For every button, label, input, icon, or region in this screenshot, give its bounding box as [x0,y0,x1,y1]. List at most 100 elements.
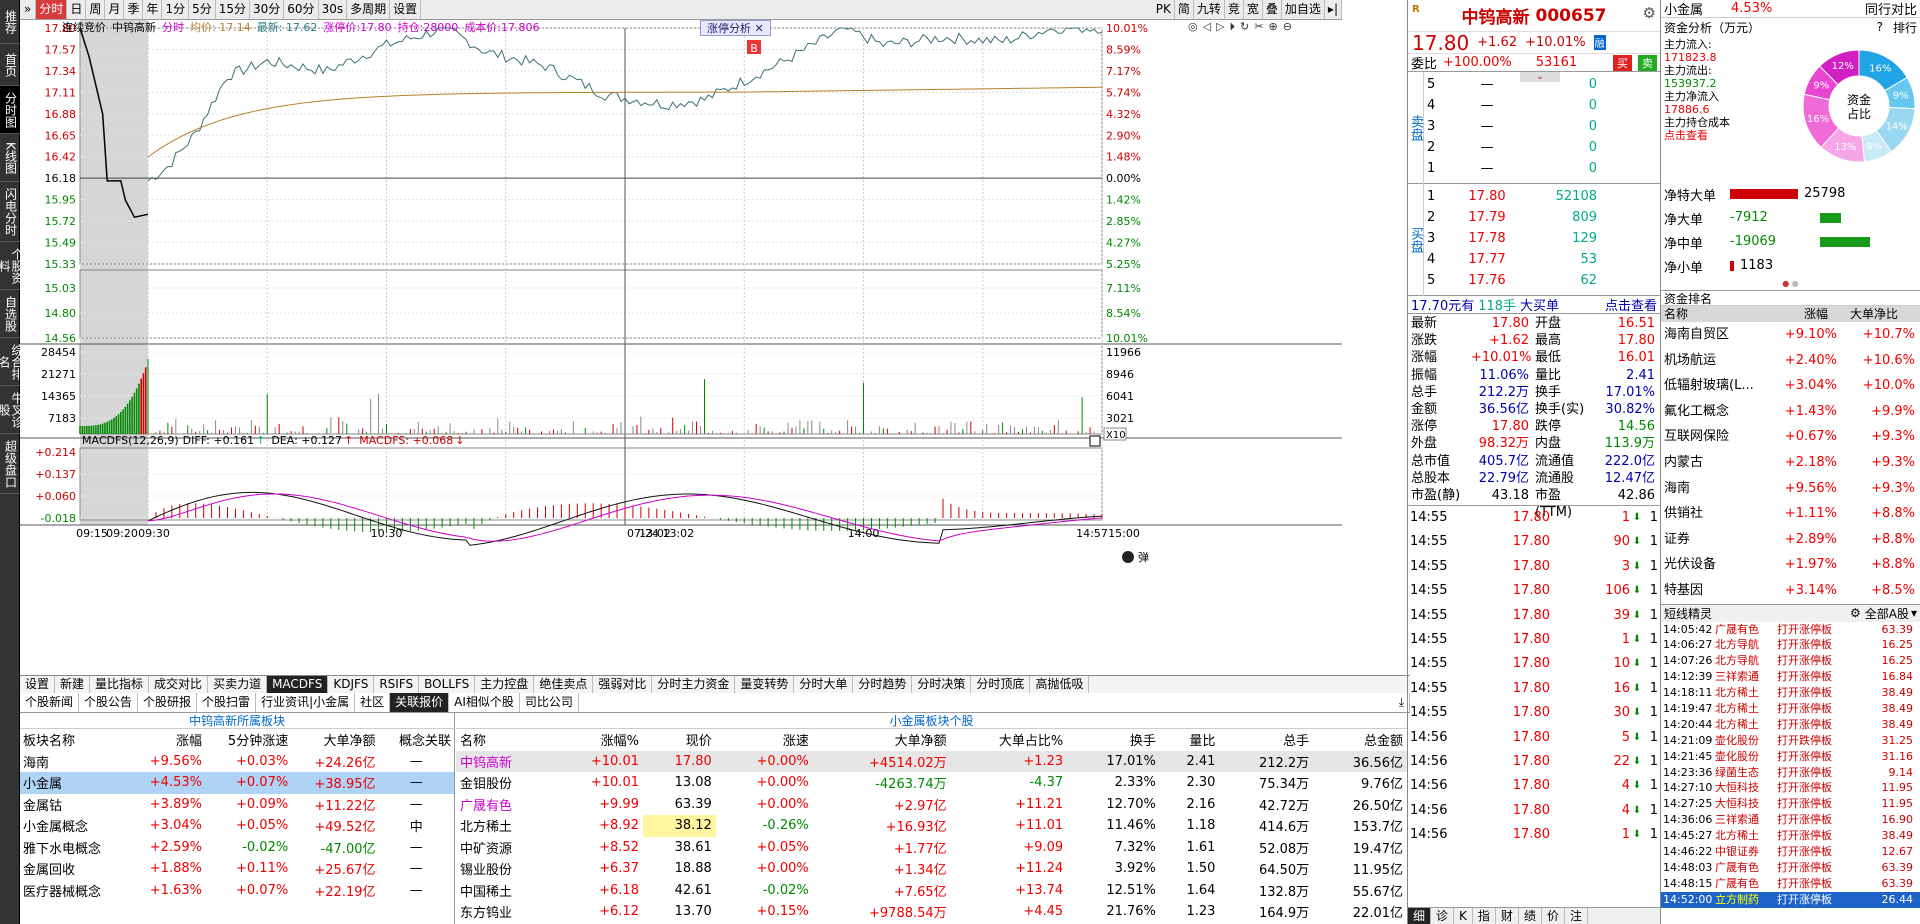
indicator-tab-12[interactable]: 分时主力资金 [652,676,736,693]
play-icon[interactable]: ⏵ [1230,20,1236,34]
sector-row[interactable]: 小金属概念 +3.04% +0.05% +49.52亿 中 [20,815,454,837]
indicator-tab-16[interactable]: 分时决策 [912,676,972,693]
info-tab-6[interactable]: 关联报价 [390,693,450,712]
info-tab-0[interactable]: 个股新闻 [20,693,80,712]
period-tab-11[interactable]: 30s [319,0,348,19]
jx-row[interactable]: 14:07:26 北方导航 打开涨停板 16.25 [1661,653,1920,669]
quote-tab-7[interactable]: 注 [1565,908,1588,924]
sector-col-0[interactable]: 板块名称 [20,729,129,751]
period-tab-3[interactable]: 月 [105,0,125,19]
nav-item-3[interactable]: K线图 [0,134,20,182]
rank-row[interactable]: 互联网保险 +0.67% +9.3% [1661,424,1920,450]
period-tab-0[interactable]: 分时 [36,0,68,19]
chevron-down-icon[interactable]: ▾ [1911,606,1917,620]
rank-row[interactable]: 光伏设备 +1.97% +8.8% [1661,552,1920,578]
ask-level-2[interactable]: 2 — 0 [1424,137,1660,158]
quote-tab-1[interactable]: 诊 [1431,908,1455,924]
jx-row[interactable]: 14:36:06 三祥索通 打开涨停板 16.90 [1661,812,1920,828]
jx-row[interactable]: 14:21:45 壶化股份 打开涨停板 31.16 [1661,749,1920,765]
info-tab-4[interactable]: 行业资讯|小金属 [256,693,356,712]
zoom-out-icon[interactable]: ⊖ [1283,20,1292,34]
indicator-tab-13[interactable]: 量变转势 [735,676,795,693]
bid-level-4[interactable]: 4 17.77 53 [1424,249,1660,270]
sector-col-4[interactable]: 概念关联 [379,729,455,751]
nav-item-7[interactable]: 综合排名 [0,338,24,386]
period-tab-9[interactable]: 30分 [250,0,285,19]
stock-row[interactable]: 北方稀土 +8.92 38.12 -0.26% +16.93亿 +11.01 11.46% 1… [456,815,1407,837]
big-order-link[interactable]: 点击查看 [1605,295,1657,314]
jx-row[interactable]: 14:23:36 绿菌生态 打开涨停板 9.14 [1661,765,1920,781]
jx-row[interactable]: 14:20:44 北方稀土 打开涨停板 38.49 [1661,717,1920,733]
tool-button-4[interactable]: 宽 [1244,0,1263,19]
period-tab-2[interactable]: 周 [86,0,106,19]
rank-row[interactable]: 低辐射玻璃(L... +3.04% +10.0% [1661,373,1920,399]
collapse-left-icon[interactable]: » [20,0,37,19]
stock-col-9[interactable]: 总金额 [1313,729,1407,751]
jx-row[interactable]: 14:45:27 北方稀土 打开涨停板 38.49 [1661,828,1920,844]
tool-button-1[interactable]: 简 [1175,0,1194,19]
quote-tab-3[interactable]: 指 [1473,908,1496,924]
tool-button-2[interactable]: 九转 [1194,0,1225,19]
rank-row[interactable]: 海南 +9.56% +9.3% [1661,476,1920,502]
rank-col-0[interactable]: 名称 [1661,306,1761,322]
nav-item-4[interactable]: 闪电分时 [0,182,20,242]
info-tab-5[interactable]: 社区 [355,693,391,712]
nav-item-2[interactable]: 分时图 [0,86,20,134]
quote-tab-2[interactable]: K [1454,908,1473,924]
peer-compare-link[interactable]: 同行对比 [1865,0,1917,18]
sector-row[interactable]: 金属钴 +3.89% +0.09% +11.22亿 — [20,794,454,816]
rank-tab[interactable]: 排行 [1893,19,1917,36]
indicator-tab-15[interactable]: 分时趋势 [853,676,913,693]
indicator-tab-4[interactable]: 买卖力道 [208,676,268,693]
left-icon[interactable]: ◁ [1203,20,1211,34]
rank-row[interactable]: 海南自贸区 +9.10% +10.7% [1661,322,1920,348]
eye-icon[interactable]: ◎ [1188,20,1198,34]
info-tab-8[interactable]: 司比公司 [520,693,579,712]
sector-row[interactable]: 医疗器械概念 +1.63% +0.07% +22.19亿 — [20,880,454,902]
info-tab-3[interactable]: 个股扫雷 [197,693,257,712]
rank-row[interactable]: 内蒙古 +2.18% +9.3% [1661,450,1920,476]
period-tab-6[interactable]: 1分 [162,0,190,19]
stock-col-7[interactable]: 量比 [1160,729,1220,751]
indicator-tab-17[interactable]: 分时顶底 [971,676,1031,693]
jx-row[interactable]: 14:21:09 壶化股份 打开跌停板 31.25 [1661,733,1920,749]
collapse-icon[interactable]: ⌄ [1520,72,1560,82]
period-tab-13[interactable]: 设置 [390,0,422,19]
indicator-tab-3[interactable]: 成交对比 [149,676,209,693]
indicator-tab-2[interactable]: 量比指标 [90,676,150,693]
stock-col-5[interactable]: 大单占比% [951,729,1068,751]
limit-analysis-tag[interactable]: 涨停分析 ✕ [700,20,771,36]
stock-row[interactable]: 金钼股份 +10.01 13.08 +0.00% -4263.74万 -4.37 2.33%… [456,772,1407,794]
quote-tab-4[interactable]: 财 [1496,908,1519,924]
rank-row[interactable]: 证券 +2.89% +8.8% [1661,527,1920,553]
period-tab-7[interactable]: 5分 [189,0,216,19]
stock-col-6[interactable]: 换手 [1067,729,1160,751]
info-tab-1[interactable]: 个股公告 [79,693,139,712]
sector-row[interactable]: 金属回收 +1.88% +0.11% +25.67亿 — [20,858,454,880]
nav-item-8[interactable]: 牛叉诊股 [0,386,24,434]
period-tab-4[interactable]: 季 [124,0,144,19]
indicator-tab-0[interactable]: 设置 [20,676,56,693]
quote-tab-6[interactable]: 价 [1542,908,1565,924]
nav-item-9[interactable]: 超级盘口 [0,434,20,494]
indicator-tab-1[interactable]: 新建 [55,676,91,693]
sector-row[interactable]: 海南 +9.56% +0.03% +24.26亿 — [20,751,454,773]
tool-button-3[interactable]: 竞 [1225,0,1244,19]
indicator-tab-6[interactable]: KDJFS [328,676,375,693]
stock-col-2[interactable]: 现价 [643,729,716,751]
gear-icon[interactable]: ⚙ [1643,4,1656,22]
stock-row[interactable]: 东方钨业 +6.12 13.70 +0.15% +9788.54万 +4.45 21.76%… [456,901,1407,923]
jx-row[interactable]: 14:05:42 广晟有色 打开涨停板 63.39 [1661,622,1920,638]
tool-button-5[interactable]: 叠 [1263,0,1282,19]
zoom-in-icon[interactable]: ⊕ [1268,20,1277,34]
period-tab-5[interactable]: 年 [143,0,163,19]
period-tab-8[interactable]: 15分 [216,0,250,19]
chart-svg[interactable]: 17.80 10.01%17.57 8.59%17.34 7.17%17.11 5.74… [20,20,1342,675]
sector-col-2[interactable]: 5分钟涨速 [205,729,291,751]
jx-row[interactable]: 14:19:47 北方稀土 打开涨停板 38.49 [1661,701,1920,717]
jx-settings-icon[interactable]: ⚙ [1850,606,1861,620]
stock-col-3[interactable]: 涨速 [716,729,813,751]
rank-row[interactable]: 特基因 +3.14% +8.5% [1661,578,1920,604]
nav-item-1[interactable]: 首页 [0,44,20,86]
stock-col-1[interactable]: 涨幅% [553,729,643,751]
